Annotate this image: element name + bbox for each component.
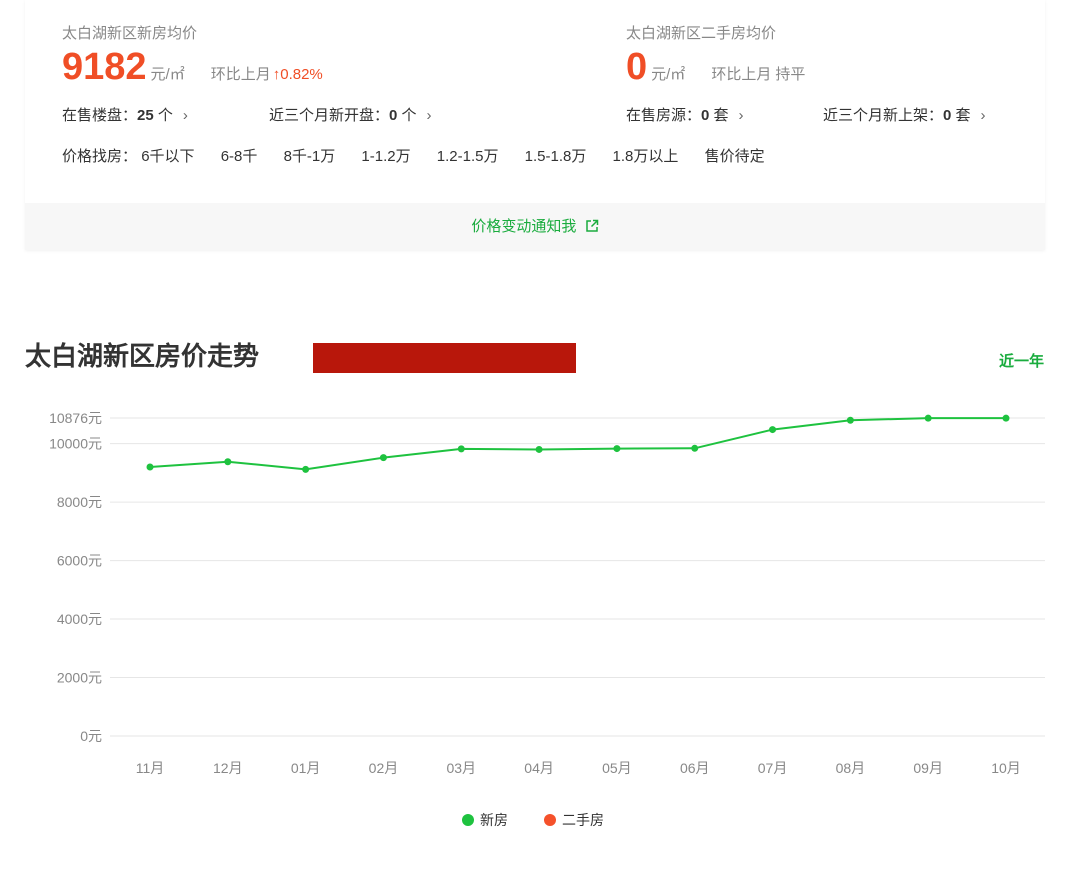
external-link-icon bbox=[585, 219, 598, 232]
legend-dot-green-icon bbox=[462, 814, 474, 826]
new-house-on-sale-link[interactable]: 在售楼盘：25 个 › bbox=[62, 104, 188, 125]
price-filter-option[interactable]: 1-1.2万 bbox=[361, 145, 410, 166]
second-house-price: 0 bbox=[626, 46, 648, 88]
data-point[interactable] bbox=[691, 444, 699, 452]
data-point[interactable] bbox=[379, 454, 387, 462]
period-selector[interactable]: 近一年 bbox=[999, 350, 1044, 371]
chevron-right-icon: › bbox=[738, 107, 744, 124]
price-filter-option[interactable]: 1.2-1.5万 bbox=[437, 145, 499, 166]
data-point[interactable] bbox=[457, 445, 465, 453]
y-tick-label: 2000元 bbox=[57, 670, 102, 686]
x-tick-label: 03月 bbox=[446, 760, 476, 776]
on-sale-label: 在售房源： bbox=[626, 107, 702, 124]
price-filter-option[interactable]: 6千以下 bbox=[141, 145, 194, 166]
new-house-title: 太白湖新区新房均价 bbox=[62, 25, 198, 42]
x-tick-label: 02月 bbox=[369, 760, 399, 776]
price-stats-card: 太白湖新区新房均价 9182 元/㎡ 环比上月 ↑0.82% 在售楼盘：25 个… bbox=[25, 0, 1045, 250]
price-trend-chart: 0元 2000元 4000元 6000元 8000元 10000元 10876元 11月 12月… bbox=[49, 410, 1045, 776]
chevron-right-icon: › bbox=[182, 107, 188, 124]
x-tick-label: 11月 bbox=[136, 760, 165, 776]
x-tick-label: 06月 bbox=[680, 760, 710, 776]
price-filter: 价格找房： 6千以下 6-8千 8千-1万 1-1.2万 1.2-1.5万 1.… bbox=[62, 145, 765, 166]
new-house-recent-link[interactable]: 近三个月新开盘：0 个 › bbox=[269, 104, 432, 125]
price-change-notify-button[interactable]: 价格变动通知我 bbox=[25, 203, 1045, 250]
x-tick-label: 01月 bbox=[291, 760, 321, 776]
recent-count: 0 bbox=[389, 107, 398, 124]
second-house-unit: 元/㎡ bbox=[651, 66, 686, 83]
data-point[interactable] bbox=[224, 458, 232, 466]
x-tick-label: 05月 bbox=[602, 760, 632, 776]
x-tick-label: 09月 bbox=[913, 760, 943, 776]
second-house-mom-value: 持平 bbox=[775, 66, 806, 83]
price-filter-option[interactable]: 6-8千 bbox=[221, 145, 258, 166]
trend-section-title: 太白湖新区房价走势 bbox=[25, 341, 260, 371]
new-house-mom-label: 环比上月 bbox=[210, 66, 271, 83]
chevron-right-icon: › bbox=[980, 107, 986, 124]
price-filter-option[interactable]: 1.5-1.8万 bbox=[525, 145, 587, 166]
second-house-recent-link[interactable]: 近三个月新上架：0 套 › bbox=[823, 104, 986, 125]
legend-label: 新房 bbox=[480, 812, 508, 828]
second-house-on-sale-link[interactable]: 在售房源：0 套 › bbox=[626, 104, 744, 125]
y-tick-label: 8000元 bbox=[57, 494, 102, 510]
chevron-right-icon: › bbox=[426, 107, 432, 124]
data-point[interactable] bbox=[535, 445, 543, 453]
new-house-mom-value: ↑0.82% bbox=[272, 66, 323, 83]
y-tick-label: 10000元 bbox=[49, 436, 102, 452]
data-point[interactable] bbox=[1002, 414, 1010, 422]
legend-dot-red-icon bbox=[544, 814, 556, 826]
on-sale-unit: 套 bbox=[713, 107, 729, 124]
y-tick-label: 6000元 bbox=[57, 553, 102, 569]
recent-unit: 个 bbox=[401, 107, 417, 124]
data-point[interactable] bbox=[846, 416, 854, 424]
notify-label: 价格变动通知我 bbox=[471, 218, 577, 235]
x-tick-label: 10月 bbox=[991, 760, 1021, 776]
data-point[interactable] bbox=[769, 426, 777, 434]
second-house-mom-label: 环比上月 bbox=[711, 66, 772, 83]
on-sale-label: 在售楼盘： bbox=[62, 107, 138, 124]
x-tick-label: 04月 bbox=[524, 760, 554, 776]
y-tick-label: 10876元 bbox=[49, 410, 102, 426]
recent-label: 近三个月新开盘： bbox=[269, 107, 390, 124]
legend-label: 二手房 bbox=[562, 812, 604, 828]
x-tick-label: 08月 bbox=[836, 760, 866, 776]
new-house-unit: 元/㎡ bbox=[150, 66, 185, 83]
redacted-block bbox=[313, 343, 576, 373]
x-tick-label: 12月 bbox=[213, 760, 243, 776]
x-tick-label: 07月 bbox=[758, 760, 788, 776]
chart-legend: 新房 二手房 bbox=[462, 810, 640, 830]
price-filter-option[interactable]: 售价待定 bbox=[705, 145, 765, 166]
y-tick-label: 4000元 bbox=[57, 611, 102, 627]
recent-unit: 套 bbox=[955, 107, 971, 124]
data-point[interactable] bbox=[146, 463, 154, 471]
new-house-price: 9182 bbox=[62, 46, 147, 88]
second-house-price-row: 0 元/㎡ 环比上月 持平 bbox=[626, 45, 805, 89]
data-point[interactable] bbox=[924, 414, 932, 422]
data-point[interactable] bbox=[302, 465, 310, 473]
price-filter-option[interactable]: 8千-1万 bbox=[284, 145, 336, 166]
on-sale-count: 25 bbox=[137, 107, 154, 124]
legend-item-second[interactable]: 二手房 bbox=[544, 810, 604, 830]
second-house-title: 太白湖新区二手房均价 bbox=[626, 25, 777, 42]
legend-item-new[interactable]: 新房 bbox=[462, 810, 508, 830]
price-filter-label: 价格找房： bbox=[62, 148, 138, 165]
recent-count: 0 bbox=[943, 107, 952, 124]
new-house-price-row: 9182 元/㎡ 环比上月 ↑0.82% bbox=[62, 45, 323, 89]
y-tick-label: 0元 bbox=[80, 728, 102, 744]
data-point[interactable] bbox=[613, 445, 621, 453]
price-filter-option[interactable]: 1.8万以上 bbox=[613, 145, 679, 166]
recent-label: 近三个月新上架： bbox=[823, 107, 944, 124]
on-sale-unit: 个 bbox=[157, 107, 173, 124]
on-sale-count: 0 bbox=[701, 107, 710, 124]
